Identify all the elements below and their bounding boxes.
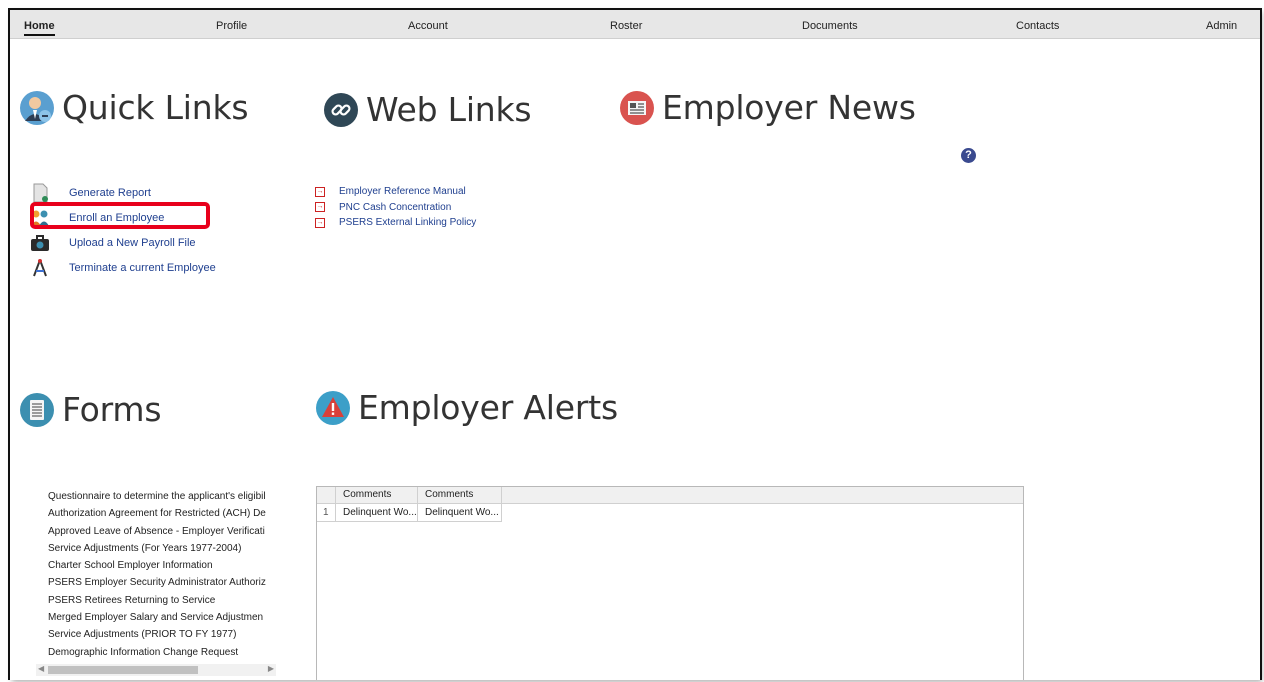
web-link-item: → PSERS External Linking Policy — [315, 215, 476, 231]
employer-alerts-heading: Employer Alerts — [316, 388, 618, 427]
user-link-icon — [20, 90, 54, 125]
forms-heading: Forms — [20, 390, 162, 429]
newspaper-icon — [620, 90, 654, 125]
nav-account[interactable]: Account — [408, 20, 448, 32]
forms-title: Forms — [62, 390, 162, 429]
app-window: Home Profile Account Roster Documents Co… — [8, 8, 1262, 680]
quick-links-heading: Quick Links — [20, 88, 249, 127]
grid-divider — [501, 487, 502, 521]
highlight-box — [30, 202, 210, 229]
table-cell[interactable]: Delinquent Wo... — [419, 505, 501, 521]
nav-profile[interactable]: Profile — [216, 20, 247, 32]
employer-reference-manual-link[interactable]: Employer Reference Manual — [339, 186, 466, 197]
quick-links-title: Quick Links — [62, 88, 249, 127]
quick-link-item: Upload a New Payroll File — [30, 230, 216, 255]
form-item[interactable]: Demographic Information Change Request — [48, 644, 270, 661]
employer-news-title: Employer News — [662, 88, 916, 127]
row-divider — [317, 521, 502, 522]
column-header[interactable]: Comments — [337, 487, 417, 503]
report-doc-icon — [30, 183, 50, 203]
form-item[interactable]: Service Adjustments (For Years 1977-2004… — [48, 540, 270, 557]
form-item[interactable]: Authorization Agreement for Restricted (… — [48, 505, 270, 522]
form-item[interactable]: Approved Leave of Absence - Employer Ver… — [48, 523, 270, 540]
upload-payroll-link[interactable]: Upload a New Payroll File — [69, 237, 196, 249]
form-item[interactable]: Charter School Employer Information — [48, 557, 270, 574]
payroll-briefcase-icon — [30, 233, 50, 253]
web-links-list: → Employer Reference Manual → PNC Cash C… — [315, 184, 476, 231]
quick-link-item: Terminate a current Employee — [30, 255, 216, 280]
scroll-right-icon[interactable]: ▶ — [268, 664, 274, 673]
pnc-cash-link[interactable]: PNC Cash Concentration — [339, 202, 451, 213]
forms-list: Questionnaire to determine the applicant… — [48, 488, 270, 678]
scroll-left-icon[interactable]: ◀ — [38, 664, 44, 673]
external-link-icon: → — [315, 202, 325, 213]
chain-link-icon — [324, 92, 358, 127]
top-nav: Home Profile Account Roster Documents Co… — [10, 10, 1260, 39]
employer-alerts-title: Employer Alerts — [358, 388, 618, 427]
psers-linking-policy-link[interactable]: PSERS External Linking Policy — [339, 217, 476, 228]
external-link-icon: → — [315, 217, 325, 228]
external-link-icon: → — [315, 186, 325, 197]
grid-divider — [335, 487, 336, 521]
nav-roster[interactable]: Roster — [610, 20, 642, 32]
employer-news-heading: Employer News — [620, 88, 916, 127]
web-links-title: Web Links — [366, 90, 532, 129]
web-link-item: → PNC Cash Concentration — [315, 200, 476, 216]
alerts-grid: Comments Comments 1 Delinquent Wo... Del… — [316, 486, 1024, 680]
column-header[interactable]: Comments — [419, 487, 501, 503]
form-item[interactable]: Merged Employer Salary and Service Adjus… — [48, 609, 270, 626]
web-links-heading: Web Links — [324, 90, 532, 129]
terminate-employee-link[interactable]: Terminate a current Employee — [69, 262, 216, 274]
nav-home[interactable]: Home — [24, 20, 55, 36]
document-icon — [20, 392, 54, 427]
nav-admin[interactable]: Admin — [1206, 20, 1237, 32]
row-number: 1 — [323, 507, 329, 518]
web-link-item: → Employer Reference Manual — [315, 184, 476, 200]
form-item[interactable]: Service Adjustments (PRIOR TO FY 1977) — [48, 626, 270, 643]
scrollbar-thumb[interactable] — [48, 666, 198, 674]
form-item[interactable]: Questionnaire to determine the applicant… — [48, 488, 270, 505]
generate-report-link[interactable]: Generate Report — [69, 187, 151, 199]
alert-triangle-icon — [316, 390, 350, 425]
form-item[interactable]: PSERS Employer Security Administrator Au… — [48, 574, 270, 591]
nav-contacts[interactable]: Contacts — [1016, 20, 1059, 32]
form-item[interactable]: PSERS Retirees Returning to Service — [48, 592, 270, 609]
quick-links-list: Generate Report Enroll an Employee Uploa… — [30, 180, 216, 280]
table-cell[interactable]: Delinquent Wo... — [337, 505, 417, 521]
compass-icon — [30, 258, 50, 278]
nav-documents[interactable]: Documents — [802, 20, 858, 32]
grid-divider — [417, 487, 418, 521]
forms-horizontal-scrollbar[interactable]: ◀ ▶ — [36, 664, 276, 676]
help-icon[interactable]: ? — [961, 148, 976, 163]
